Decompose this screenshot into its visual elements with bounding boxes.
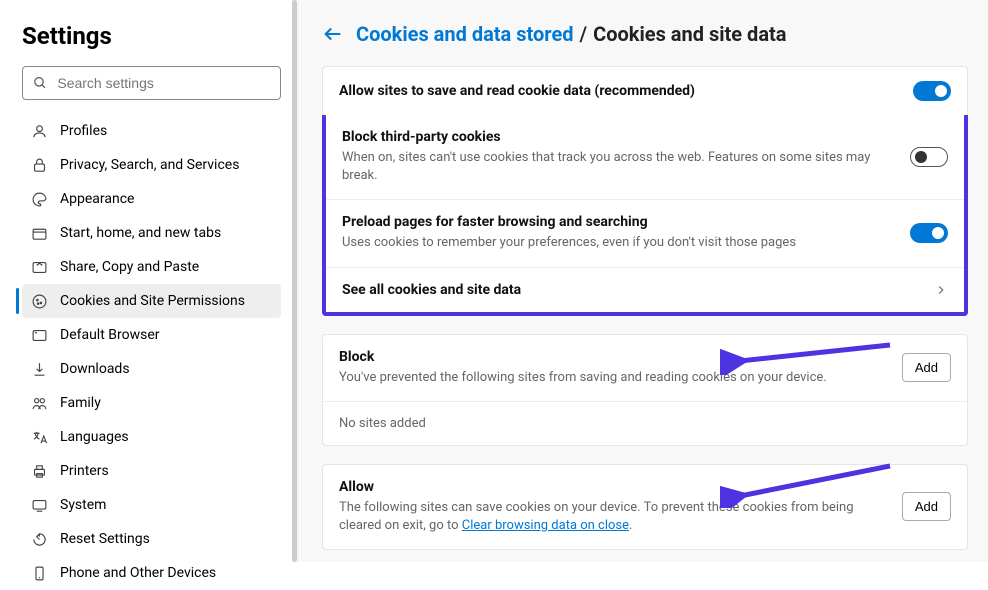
block-third-party-row: Block third-party cookies When on, sites… — [326, 115, 964, 200]
clear-browsing-data-link[interactable]: Clear browsing data on close — [462, 518, 629, 533]
block-add-button[interactable]: Add — [902, 353, 951, 382]
back-arrow-icon[interactable] — [322, 23, 344, 45]
reset-icon — [30, 530, 48, 548]
sidebar-item-phone[interactable]: Phone and Other Devices — [22, 556, 281, 590]
download-icon — [30, 360, 48, 378]
highlighted-settings-card: Block third-party cookies When on, sites… — [322, 115, 968, 316]
block-section-header: Block You've prevented the following sit… — [323, 335, 967, 402]
sidebar-item-label: Reset Settings — [60, 531, 150, 547]
sidebar-item-printers[interactable]: Printers — [22, 454, 281, 488]
sidebar-item-label: Privacy, Search, and Services — [60, 157, 239, 173]
block-empty-message: No sites added — [323, 402, 967, 445]
breadcrumb-parent[interactable]: Cookies and data stored — [356, 22, 574, 46]
browser-icon — [30, 326, 48, 344]
breadcrumb: Cookies and data stored / Cookies and si… — [322, 22, 968, 46]
see-all-cookies-title: See all cookies and site data — [342, 282, 922, 298]
allow-cookies-row: Allow sites to save and read cookie data… — [323, 67, 967, 115]
allow-add-button[interactable]: Add — [902, 492, 951, 521]
allow-cookies-toggle[interactable] — [913, 81, 951, 101]
sidebar-nav: Profiles Privacy, Search, and Services A… — [22, 114, 281, 590]
sidebar-item-label: Languages — [60, 429, 129, 445]
settings-title: Settings — [22, 22, 281, 50]
family-icon — [30, 394, 48, 412]
sidebar-item-privacy[interactable]: Privacy, Search, and Services — [22, 148, 281, 182]
see-all-cookies-row[interactable]: See all cookies and site data — [326, 268, 964, 312]
sidebar-item-label: Appearance — [60, 191, 134, 207]
allow-cookies-title: Allow sites to save and read cookie data… — [339, 83, 901, 99]
sidebar-item-label: Default Browser — [60, 327, 160, 343]
block-section-card: Block You've prevented the following sit… — [322, 334, 968, 446]
allow-desc-suffix: . — [629, 518, 632, 533]
preload-toggle[interactable] — [910, 223, 948, 243]
sidebar-item-label: System — [60, 497, 106, 513]
sidebar-item-system[interactable]: System — [22, 488, 281, 522]
phone-icon — [30, 564, 48, 582]
search-input[interactable] — [57, 75, 270, 91]
share-icon — [30, 258, 48, 276]
system-icon — [30, 496, 48, 514]
sidebar-item-label: Family — [60, 395, 101, 411]
sidebar-item-label: Cookies and Site Permissions — [60, 293, 245, 309]
sidebar-item-label: Printers — [60, 463, 109, 479]
sidebar-item-profiles[interactable]: Profiles — [22, 114, 281, 148]
sidebar-item-cookies[interactable]: Cookies and Site Permissions — [22, 284, 281, 318]
allow-section-header: Allow The following sites can save cooki… — [323, 465, 967, 549]
appearance-icon — [30, 190, 48, 208]
block-third-party-toggle[interactable] — [910, 147, 948, 167]
sidebar-item-appearance[interactable]: Appearance — [22, 182, 281, 216]
tab-icon — [30, 224, 48, 242]
block-section-title: Block — [339, 349, 890, 365]
lock-icon — [30, 156, 48, 174]
sidebar-item-family[interactable]: Family — [22, 386, 281, 420]
breadcrumb-separator: / — [580, 22, 588, 46]
settings-sidebar: Settings Profiles Privacy, Search, and S… — [0, 0, 300, 562]
user-icon — [30, 122, 48, 140]
chevron-right-icon — [934, 283, 948, 297]
preload-row: Preload pages for faster browsing and se… — [326, 200, 964, 267]
main-content: Cookies and data stored / Cookies and si… — [300, 0, 988, 562]
sidebar-item-label: Downloads — [60, 361, 130, 377]
allow-section-title: Allow — [339, 479, 890, 495]
printer-icon — [30, 462, 48, 480]
allow-section-desc: The following sites can save cookies on … — [339, 499, 890, 535]
sidebar-scrollbar[interactable] — [292, 0, 297, 562]
preload-desc: Uses cookies to remember your preference… — [342, 234, 898, 252]
sidebar-item-languages[interactable]: Languages — [22, 420, 281, 454]
block-third-party-desc: When on, sites can't use cookies that tr… — [342, 149, 898, 185]
language-icon — [30, 428, 48, 446]
page-title: Cookies and site data — [593, 22, 786, 46]
search-icon — [33, 75, 47, 91]
sidebar-item-reset[interactable]: Reset Settings — [22, 522, 281, 556]
sidebar-item-share[interactable]: Share, Copy and Paste — [22, 250, 281, 284]
block-third-party-title: Block third-party cookies — [342, 129, 898, 145]
sidebar-item-default-browser[interactable]: Default Browser — [22, 318, 281, 352]
sidebar-item-label: Profiles — [60, 123, 107, 139]
sidebar-item-start[interactable]: Start, home, and new tabs — [22, 216, 281, 250]
cookies-top-card: Allow sites to save and read cookie data… — [322, 66, 968, 115]
sidebar-item-label: Phone and Other Devices — [60, 565, 216, 581]
allow-section-card: Allow The following sites can save cooki… — [322, 464, 968, 550]
cookie-icon — [30, 292, 48, 310]
preload-title: Preload pages for faster browsing and se… — [342, 214, 898, 230]
sidebar-item-label: Share, Copy and Paste — [60, 259, 199, 275]
sidebar-item-downloads[interactable]: Downloads — [22, 352, 281, 386]
sidebar-item-label: Start, home, and new tabs — [60, 225, 221, 241]
sidebar-divider — [291, 0, 299, 562]
block-section-desc: You've prevented the following sites fro… — [339, 369, 890, 387]
search-box[interactable] — [22, 66, 281, 100]
